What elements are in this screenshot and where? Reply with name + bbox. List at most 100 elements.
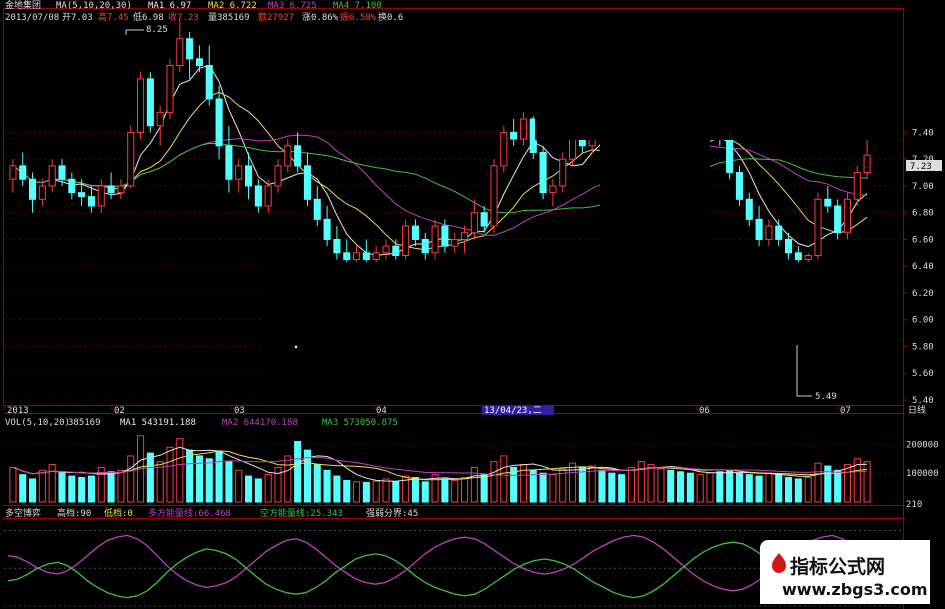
candle-up bbox=[451, 238, 459, 247]
candle-down bbox=[755, 218, 763, 240]
candle-down bbox=[68, 178, 76, 194]
volume-bar-down bbox=[186, 449, 194, 503]
chart-mask-middle bbox=[600, 140, 710, 260]
period-label[interactable]: 日线 bbox=[908, 404, 926, 416]
indicator-header: 多空博弈 高档:90 低档:0 多方能量线:66.468 空方能量线:25.34… bbox=[5, 507, 418, 519]
date-tick-label: 06 bbox=[699, 406, 710, 416]
volume-bar-up bbox=[451, 479, 459, 503]
volume-bar-down bbox=[539, 472, 547, 503]
volume-bar-up bbox=[382, 478, 390, 503]
vol-ma3: MA3 573050.875 bbox=[322, 418, 398, 428]
price-tick-label: 7.00 bbox=[912, 182, 934, 192]
candle-up bbox=[274, 165, 282, 187]
indicator-div: 强弱分界:45 bbox=[366, 508, 418, 519]
candle-up bbox=[519, 118, 527, 140]
indicator-bull: 多方能量线:66.468 bbox=[148, 507, 231, 519]
volume-tick-label: 210 bbox=[906, 500, 922, 510]
price-header: 金地集团 MA(5,10,20,30) MA1 6.97 MA2 6.722 M… bbox=[5, 0, 382, 11]
candle-up bbox=[765, 225, 773, 240]
ohlc-field: 振6.58% bbox=[340, 11, 377, 23]
current-price-label: 7.23 bbox=[910, 162, 932, 172]
ohlc-header-row: 2013/07/08 开7.03 高7.45 低6.98 收7.23 量385169 额27… bbox=[5, 11, 403, 23]
volume-bar-up bbox=[657, 468, 665, 503]
candle-down bbox=[294, 145, 302, 167]
price-tick-label: 5.40 bbox=[912, 396, 934, 406]
volume-bar-up bbox=[569, 462, 577, 503]
volume-bar-up bbox=[117, 469, 125, 503]
price-tick-label: 5.60 bbox=[912, 369, 934, 379]
candle-up bbox=[500, 131, 508, 167]
price-tick-label: 5.80 bbox=[912, 342, 934, 352]
candle-up bbox=[176, 38, 184, 67]
volume-bar-down bbox=[578, 466, 586, 503]
volume-bar-down bbox=[667, 469, 675, 503]
current-price-badge: 7.23 bbox=[906, 160, 942, 172]
indicator-high: 高档:90 bbox=[57, 507, 91, 519]
volume-bar-down bbox=[608, 472, 616, 503]
volume-bar-up bbox=[235, 469, 243, 503]
vol-params: VOL(5,10,20) bbox=[5, 418, 70, 428]
candle-down bbox=[421, 238, 429, 254]
volume-bar-up bbox=[765, 472, 773, 503]
candle-down bbox=[87, 196, 95, 207]
candle-down bbox=[303, 165, 311, 200]
candle-up bbox=[97, 185, 105, 207]
volume-bar-up bbox=[627, 466, 635, 503]
volume-bar-down bbox=[87, 475, 95, 503]
volume-bar-up bbox=[637, 461, 645, 503]
volume-tick-label: 200000 bbox=[906, 440, 939, 450]
volume-bar-up bbox=[863, 461, 871, 503]
ohlc-field: 开7.03 bbox=[62, 12, 93, 23]
price-tick-label: 6.60 bbox=[912, 235, 934, 245]
volume-bar-down bbox=[19, 474, 27, 503]
candle-up bbox=[569, 138, 577, 160]
candle-down bbox=[441, 225, 449, 247]
stock-name: 金地集团 bbox=[5, 0, 41, 11]
indicator-bear: 空方能量线:25.343 bbox=[260, 507, 343, 519]
volume-bar-up bbox=[38, 469, 46, 503]
volume-bar-down bbox=[745, 474, 753, 503]
date-tick-label: 02 bbox=[114, 406, 125, 416]
candle-up bbox=[235, 165, 243, 180]
ohlc-field: 额27927 bbox=[258, 11, 294, 23]
candle-down bbox=[215, 98, 223, 147]
date-tick-label: 07 bbox=[840, 406, 851, 416]
candle-up bbox=[559, 158, 567, 187]
volume-bar-down bbox=[29, 478, 37, 503]
ohlc-field: 量385169 bbox=[208, 12, 250, 23]
candle-up bbox=[804, 255, 812, 261]
volume-bar-down bbox=[421, 481, 429, 503]
volume-bar-up bbox=[264, 474, 272, 503]
candle-down bbox=[333, 238, 341, 254]
price-tick-label: 6.80 bbox=[912, 209, 934, 219]
volume-bar-down bbox=[726, 469, 734, 503]
vol-ma1: MA1 543191.188 bbox=[120, 418, 196, 428]
volume-bar-down bbox=[323, 469, 331, 503]
candle-up bbox=[117, 185, 125, 194]
candle-down bbox=[205, 65, 213, 100]
volume-bar-up bbox=[814, 462, 822, 503]
volume-bar-down bbox=[107, 471, 115, 503]
candle-down bbox=[480, 212, 488, 227]
candle-down bbox=[362, 252, 370, 261]
volume-bar-down bbox=[78, 477, 86, 503]
candle-up bbox=[353, 252, 361, 261]
chart-mask-top-right bbox=[535, 10, 903, 140]
candle-down bbox=[186, 38, 194, 60]
candle-down bbox=[775, 225, 783, 240]
volume-bar-down bbox=[254, 478, 262, 503]
price-tick-label: 6.40 bbox=[912, 262, 934, 272]
candle-down bbox=[245, 165, 253, 187]
candle-up bbox=[382, 245, 390, 254]
volume-bar-up bbox=[706, 472, 714, 503]
candle-down bbox=[19, 165, 27, 180]
watermark-url: www.zbgs3.com bbox=[782, 580, 928, 599]
candle-up bbox=[549, 185, 557, 194]
volume-bar-down bbox=[755, 475, 763, 503]
volume-bar-down bbox=[245, 475, 253, 503]
candle-up bbox=[490, 165, 498, 227]
candle-up bbox=[470, 212, 478, 234]
volume-bar-down bbox=[677, 471, 685, 503]
volume-bar-down bbox=[333, 475, 341, 503]
volume-bar-down bbox=[794, 478, 802, 503]
